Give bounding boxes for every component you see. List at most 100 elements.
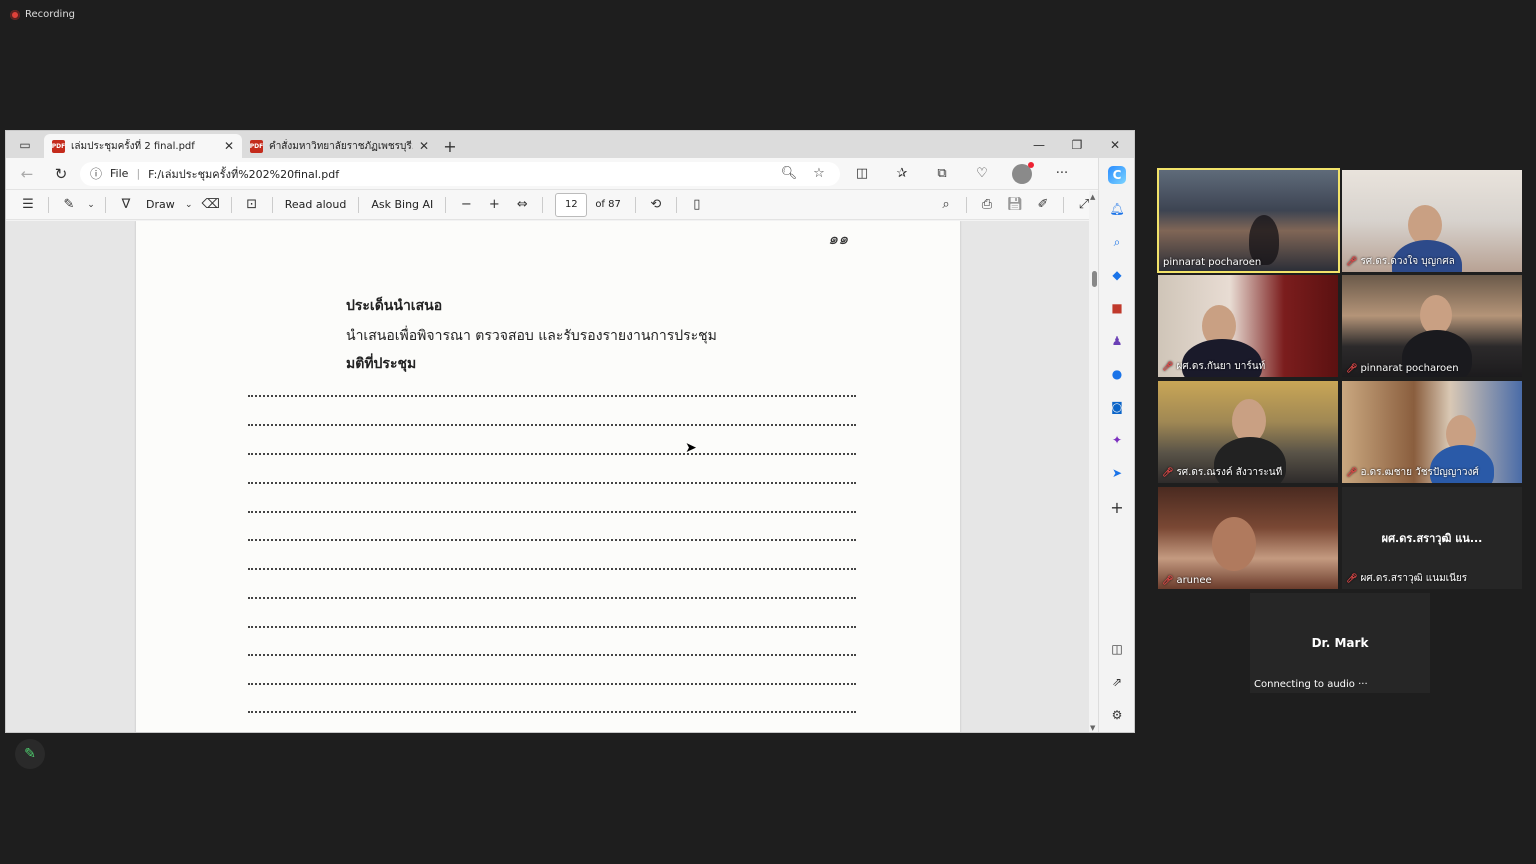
- tab-actions-icon[interactable]: ▭: [6, 131, 44, 158]
- document-line-2: มติที่ประชุม: [346, 356, 417, 372]
- dotted-line: [248, 654, 856, 656]
- games-icon[interactable]: ♟: [1108, 332, 1126, 350]
- participant-name: 🎤︎ ผศ.ดร.สราวุฒิ แนมเนียร: [1346, 573, 1468, 584]
- print-icon[interactable]: ⎙: [973, 193, 1001, 217]
- search-icon[interactable]: ⌕: [932, 193, 960, 217]
- mic-off-icon: 🎤︎: [1346, 363, 1358, 374]
- open-external-icon[interactable]: ⇗: [1108, 673, 1126, 691]
- dotted-line: [248, 395, 856, 397]
- pdf-icon: PDF: [52, 139, 65, 153]
- participant-name: 🎤︎ รศ.ดร.ณรงค์ สังวาระนที: [1162, 467, 1283, 478]
- send-icon[interactable]: ➤: [1108, 464, 1126, 482]
- collections-icon[interactable]: ⧉: [924, 161, 960, 187]
- tab-meeting-pdf[interactable]: PDF เล่มประชุมครั้งที่ 2 final.pdf ✕: [44, 134, 242, 158]
- scroll-up-icon[interactable]: ▲: [1090, 193, 1095, 201]
- info-icon[interactable]: ⓘ: [90, 165, 102, 182]
- address-row: ← ↻ ⓘ File | F:/เล่มประชุมครั้งที่%202%2…: [6, 158, 1134, 189]
- mic-off-icon: 🎤︎: [1346, 256, 1358, 267]
- profile-avatar[interactable]: [1012, 161, 1034, 184]
- add-icon[interactable]: +: [1108, 498, 1126, 517]
- participant-tile[interactable]: 🎤︎ pinnarat pocharoen: [1342, 275, 1522, 377]
- split-screen-icon[interactable]: ◫: [844, 161, 880, 187]
- eraser-icon[interactable]: ⌫: [197, 193, 225, 217]
- participant-display-name: Dr. Mark: [1311, 636, 1369, 650]
- address-bar[interactable]: ⓘ File | F:/เล่มประชุมครั้งที่%202%20fin…: [80, 161, 840, 186]
- search-icon[interactable]: ⌕: [1108, 233, 1126, 251]
- draw-icon[interactable]: ∇: [112, 193, 140, 217]
- ask-bing-button[interactable]: Ask Bing AI: [365, 198, 439, 211]
- outlook-icon[interactable]: ◙: [1108, 398, 1126, 416]
- table-of-contents-icon[interactable]: ☰: [14, 193, 42, 217]
- toolbar-divider: [271, 196, 273, 213]
- text-box-icon[interactable]: ⊡: [238, 193, 266, 217]
- pdf-viewer[interactable]: ๑๑ ประเด็นนำเสนอ นำเสนอเพื่อพิจารณา ตรวจ…: [6, 221, 1092, 732]
- participant-tile[interactable]: pinnarat pocharoen: [1157, 168, 1340, 273]
- save-as-icon[interactable]: ✐: [1029, 193, 1057, 217]
- read-aloud-button[interactable]: Read aloud: [279, 198, 353, 211]
- draw-button[interactable]: Draw: [140, 198, 181, 211]
- copilot-icon[interactable]: C: [1108, 166, 1126, 184]
- mic-off-icon: 🎤︎: [1162, 361, 1174, 372]
- tab-close-icon[interactable]: ✕: [224, 139, 234, 153]
- annotate-pen-icon[interactable]: ✎: [15, 739, 45, 769]
- refresh-button[interactable]: ↻: [46, 161, 76, 187]
- page-number-thai: ๑๑: [828, 229, 849, 248]
- dotted-line: [248, 424, 856, 426]
- address-url[interactable]: F:/เล่มประชุมครั้งที่%202%20final.pdf: [148, 165, 770, 183]
- chevron-down-icon[interactable]: ⌄: [181, 193, 197, 217]
- tools-icon[interactable]: ■: [1108, 299, 1126, 317]
- browser-essentials-icon[interactable]: ♡: [964, 161, 1000, 187]
- highlight-icon[interactable]: ✎: [55, 193, 83, 217]
- mouse-cursor-icon: ➤: [685, 440, 697, 456]
- more-menu-icon[interactable]: ···: [1044, 161, 1080, 187]
- tab-close-icon[interactable]: ✕: [419, 139, 429, 153]
- mic-off-icon: 🎤︎: [1346, 573, 1358, 584]
- save-icon[interactable]: 💾︎: [1001, 193, 1029, 217]
- rotate-icon[interactable]: ⟲: [642, 193, 670, 217]
- sidebar-layout-icon[interactable]: ◫: [1108, 640, 1126, 658]
- participant-name: 🎤︎ รศ.ดร.ดวงใจ บุญกศล: [1346, 256, 1455, 267]
- page-view-icon[interactable]: ▯: [683, 193, 711, 217]
- fit-width-icon[interactable]: ⇔: [508, 193, 536, 217]
- participant-tile[interactable]: 🎤︎ ผศ.ดร.กันยา บาร์นท์: [1158, 275, 1338, 377]
- document-line-1: นำเสนอเพื่อพิจารณา ตรวจสอบ และรับรองรายง…: [346, 328, 717, 344]
- pdf-page: ๑๑ ประเด็นนำเสนอ นำเสนอเพื่อพิจารณา ตรวจ…: [136, 221, 960, 732]
- dotted-line: [248, 711, 856, 713]
- sidebar-settings-icon[interactable]: ⚙: [1108, 706, 1126, 724]
- favorites-icon[interactable]: ✰: [884, 161, 920, 187]
- tab-label: เล่มประชุมครั้งที่ 2 final.pdf: [71, 140, 195, 152]
- participant-tile[interactable]: 🎤︎ รศ.ดร.ณรงค์ สังวาระนที: [1158, 381, 1338, 483]
- maximize-button[interactable]: ❐: [1058, 131, 1096, 158]
- scroll-down-icon[interactable]: ▼: [1090, 724, 1095, 732]
- zoom-in-button[interactable]: +: [480, 193, 508, 217]
- participant-tile[interactable]: ผศ.ดร.สราวุฒิ แน... 🎤︎ ผศ.ดร.สราวุฒิ แนมเ…: [1342, 487, 1522, 589]
- shopping-tag-icon[interactable]: ◆: [1108, 266, 1126, 284]
- zoom-out-button[interactable]: −: [452, 193, 480, 217]
- browser-window: ▭ PDF เล่มประชุมครั้งที่ 2 final.pdf ✕ P…: [5, 130, 1135, 733]
- participant-tile[interactable]: 🎤︎ อ.ดร.ฒชาย วัชรปัญญาวงศ์: [1342, 381, 1522, 483]
- chevron-down-icon[interactable]: ⌄: [83, 193, 99, 217]
- bell-icon[interactable]: 🔔︎: [1108, 200, 1126, 218]
- recording-indicator: Recording: [10, 9, 75, 20]
- pdf-toolbar: ☰ ✎ ⌄ ∇ Draw ⌄ ⌫ ⊡ Read aloud Ask Bing A…: [6, 189, 1134, 220]
- scroll-thumb[interactable]: [1092, 271, 1097, 287]
- zoom-out-icon[interactable]: 🔍︎: [778, 166, 800, 181]
- designer-icon[interactable]: ✦: [1108, 431, 1126, 449]
- minimize-button[interactable]: —: [1020, 131, 1058, 158]
- new-tab-button[interactable]: +: [437, 134, 463, 158]
- mic-off-icon: 🎤︎: [1162, 575, 1174, 586]
- toolbar-divider: [966, 196, 967, 213]
- tab-order-pdf[interactable]: PDF คำสั่งมหาวิทยาลัยราชภัฏเพชรบุรี.pdf …: [242, 134, 437, 158]
- favorite-star-icon[interactable]: ☆: [808, 166, 830, 181]
- close-window-button[interactable]: ✕: [1096, 131, 1134, 158]
- participant-tile[interactable]: 🎤︎ arunee: [1158, 487, 1338, 589]
- back-button[interactable]: ←: [12, 161, 42, 187]
- page-total: of 87: [595, 199, 621, 210]
- dotted-line: [248, 626, 856, 628]
- office-icon[interactable]: ●: [1108, 365, 1126, 383]
- participant-tile[interactable]: 🎤︎ รศ.ดร.ดวงใจ บุญกศล: [1342, 170, 1522, 272]
- document-heading: ประเด็นนำเสนอ: [346, 298, 443, 314]
- participant-tile-dr-mark[interactable]: Dr. Mark Connecting to audio ···: [1250, 593, 1430, 693]
- participant-name: 🎤︎ ผศ.ดร.กันยา บาร์นท์: [1162, 361, 1266, 372]
- page-number-input[interactable]: 12: [555, 192, 588, 217]
